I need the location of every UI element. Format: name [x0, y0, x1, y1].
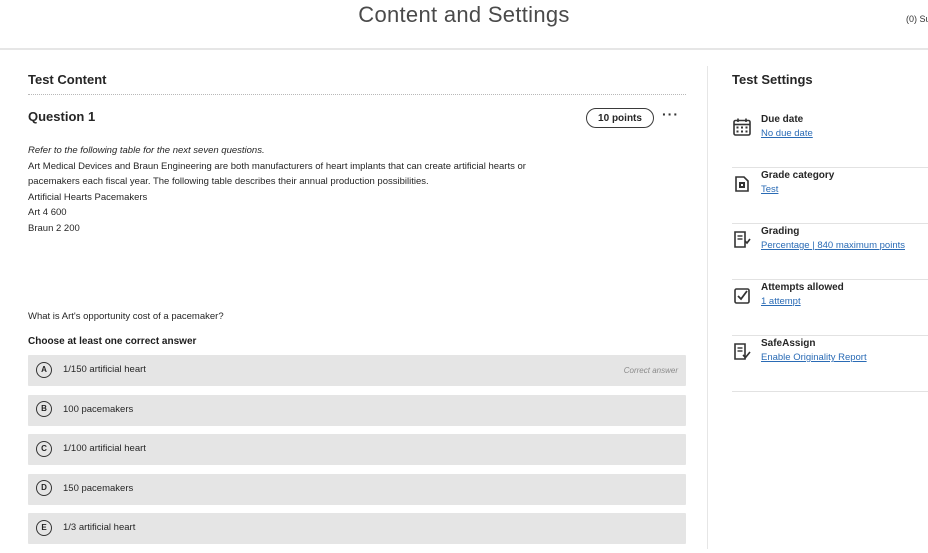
setting-label: Grade category [761, 170, 835, 181]
question-text-line: pacemakers each fiscal year. The followi… [28, 176, 429, 187]
answer-letter-b: B [36, 401, 52, 417]
answer-text: 1/3 artificial heart [63, 522, 136, 533]
question-header: Question 1 10 points ··· [20, 95, 686, 143]
setting-grade-category: Grade category Test [732, 168, 928, 224]
test-content-heading: Test Content [28, 72, 107, 87]
checkbox-icon [734, 288, 750, 304]
link-separator: | [812, 240, 815, 251]
question-body: Refer to the following table for the nex… [20, 143, 686, 236]
answer-option-a[interactable]: A 1/150 artificial heart Correct answer [28, 355, 686, 386]
table-header-line: Artificial Hearts Pacemakers [28, 191, 148, 203]
question-title: Question 1 [28, 109, 96, 124]
setting-safeassign: SafeAssign Enable Originality Report [732, 336, 928, 392]
question-prompt: What is Art's opportunity cost of a pace… [28, 311, 224, 322]
safeassign-icon [734, 343, 751, 360]
max-points-link[interactable]: 840 maximum points [817, 240, 905, 251]
test-settings-heading: Test Settings [732, 72, 813, 87]
table-row-braun: Braun 2 200 [28, 222, 80, 234]
answer-text: 1/150 artificial heart [63, 364, 146, 375]
grading-links: Percentage | 840 maximum points [761, 240, 905, 251]
answer-option-b[interactable]: B 100 pacemakers [28, 394, 686, 426]
grading-percentage-link[interactable]: Percentage [761, 240, 810, 251]
page-title: Content and Settings [358, 2, 570, 27]
setting-due-date: Due date No due date [732, 112, 928, 168]
answer-letter-a: A [36, 361, 52, 378]
answer-option-c[interactable]: C 1/100 artificial heart [28, 434, 686, 465]
points-button[interactable]: 10 points [586, 108, 654, 128]
page-header: Content and Settings (0) Su [0, 0, 928, 50]
originality-report-link[interactable]: Enable Originality Report [761, 352, 867, 363]
table-row-art: Art 4 600 [28, 207, 67, 218]
answer-letter-c: C [36, 440, 52, 457]
correct-answer-tag: Correct answer [623, 366, 678, 375]
setting-grading: Grading Percentage | 840 maximum points [732, 224, 928, 280]
submissions-link[interactable]: (0) Su [906, 14, 928, 24]
grade-category-link[interactable]: Test [761, 184, 778, 195]
setting-label: Attempts allowed [761, 282, 844, 293]
due-date-link[interactable]: No due date [761, 128, 813, 139]
test-settings-panel: Test Settings Due date No due date Grade… [732, 66, 928, 392]
gradebook-icon [735, 176, 749, 192]
choose-answer-label: Choose at least one correct answer [28, 336, 197, 347]
attempts-link[interactable]: 1 attempt [761, 296, 801, 307]
answer-option-d[interactable]: D 150 pacemakers [28, 473, 686, 505]
answer-text: 150 pacemakers [63, 482, 134, 494]
question-text-line: Art Medical Devices and Braun Engineerin… [28, 160, 526, 172]
setting-label: SafeAssign [761, 338, 816, 349]
column-divider [707, 66, 708, 549]
more-options-icon[interactable]: ··· [662, 106, 679, 122]
answer-text: 100 pacemakers [63, 403, 134, 415]
answer-letter-d: D [36, 480, 52, 496]
test-content-panel: Test Content Question 1 10 points ··· Re… [20, 66, 686, 236]
grading-icon [734, 231, 751, 248]
answer-option-e[interactable]: E 1/3 artificial heart [28, 513, 686, 544]
question-instruction: Refer to the following table for the nex… [28, 145, 265, 156]
answer-letter-e: E [36, 519, 52, 536]
setting-attempts: Attempts allowed 1 attempt [732, 280, 928, 336]
setting-label: Grading [761, 226, 800, 237]
answer-text: 1/100 artificial heart [63, 443, 146, 454]
setting-label: Due date [761, 114, 804, 125]
answer-list: A 1/150 artificial heart Correct answer … [28, 355, 686, 553]
calendar-icon [733, 118, 751, 136]
